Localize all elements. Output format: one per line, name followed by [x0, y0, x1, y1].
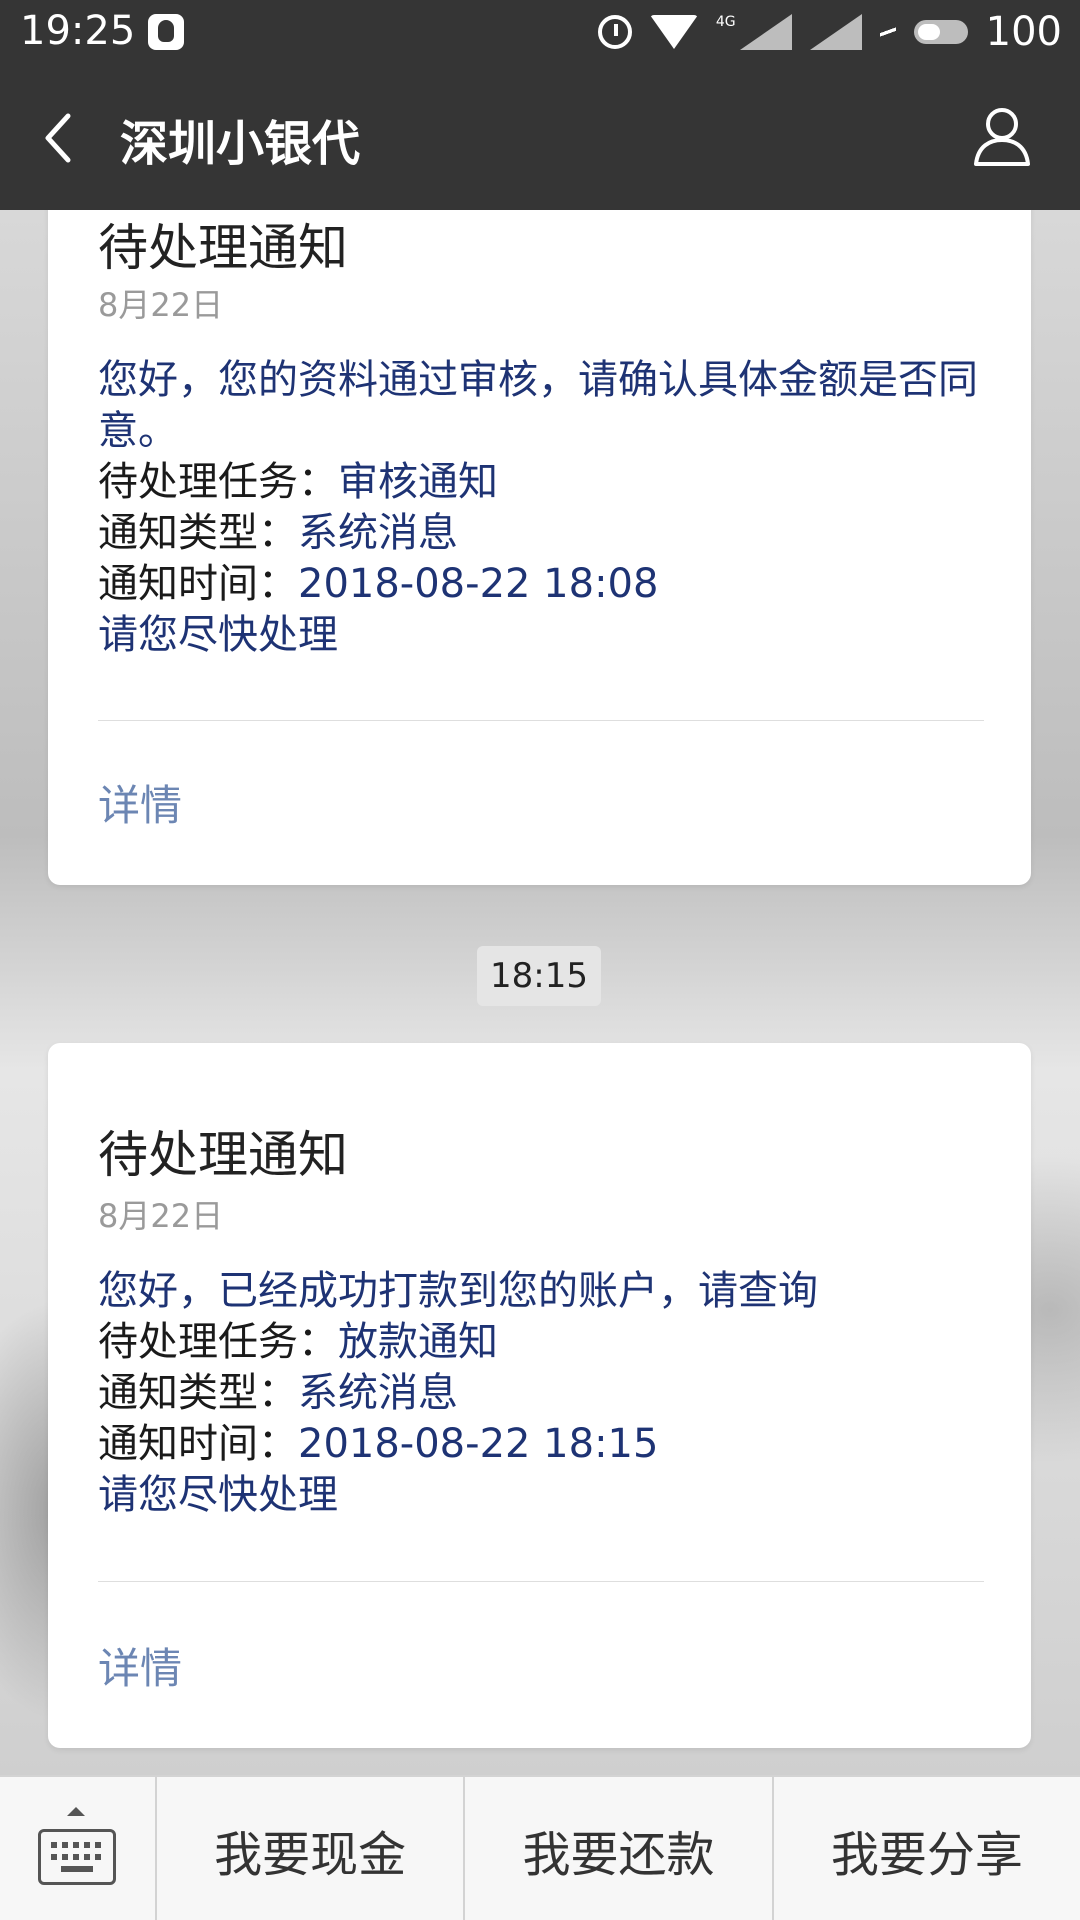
menu-repay-button[interactable]: 我要还款	[465, 1777, 774, 1920]
card-date: 8月22日	[98, 1197, 224, 1235]
card-intro: 您好，您的资料通过审核，请确认具体金额是否同意。	[98, 357, 978, 454]
alarm-icon	[597, 15, 632, 49]
card-closing: 请您尽快处理	[98, 612, 338, 658]
timestamp-divider: 18:15	[477, 946, 601, 1006]
notification-card[interactable]: 待处理通知 8月22日 您好，已经成功打款到您的账户，请查询 待处理任务：放款通…	[48, 1043, 1031, 1748]
bottom-menu: 我要现金 我要还款 我要分享	[0, 1775, 1080, 1920]
card-task-row: 待处理任务：审核通知	[98, 457, 998, 508]
divider	[98, 720, 984, 721]
type-value: 系统消息	[298, 510, 458, 556]
menu-cash-button[interactable]: 我要现金	[157, 1777, 466, 1920]
task-value: 审核通知	[338, 459, 498, 505]
card-date: 8月22日	[98, 286, 224, 324]
network-type-label: 4G	[715, 14, 736, 30]
card-body: 您好，已经成功打款到您的账户，请查询 待处理任务：放款通知 通知类型：系统消息 …	[98, 1266, 998, 1521]
chevron-up-icon	[67, 1807, 85, 1816]
menu-share-button[interactable]: 我要分享	[774, 1777, 1080, 1920]
card-time-row: 通知时间：2018-08-22 18:15	[98, 1419, 998, 1470]
card-type-row: 通知类型：系统消息	[98, 508, 998, 559]
signal-icon	[809, 14, 862, 50]
card-time-row: 通知时间：2018-08-22 18:08	[98, 559, 998, 610]
type-label: 通知类型：	[98, 510, 298, 556]
battery-level: 100	[985, 9, 1062, 55]
keyboard-toggle-button[interactable]	[0, 1777, 157, 1920]
battery-icon	[913, 20, 968, 44]
time-value: 2018-08-22 18:08	[298, 561, 659, 607]
time-label: 通知时间：	[98, 561, 298, 607]
detail-link[interactable]: 详情	[98, 1635, 182, 1696]
chevron-left-icon[interactable]	[34, 108, 94, 168]
card-title: 待处理通知	[98, 1126, 348, 1184]
card-title: 待处理通知	[98, 219, 348, 277]
task-value: 放款通知	[338, 1319, 498, 1365]
card-closing: 请您尽快处理	[98, 1472, 338, 1518]
qq-icon	[148, 14, 184, 50]
card-intro: 您好，已经成功打款到您的账户，请查询	[98, 1268, 818, 1314]
type-value: 系统消息	[298, 1370, 458, 1416]
detail-link[interactable]: 详情	[98, 772, 182, 833]
task-label: 待处理任务：	[98, 1319, 338, 1365]
notification-card[interactable]: 待处理通知 8月22日 您好，您的资料通过审核，请确认具体金额是否同意。 待处理…	[48, 150, 1031, 885]
status-time: 19:25	[20, 8, 136, 54]
person-icon[interactable]	[970, 104, 1034, 168]
type-label: 通知类型：	[98, 1370, 298, 1416]
wifi-icon	[649, 15, 698, 49]
divider	[98, 1581, 984, 1582]
status-bar: 19:25 4G 100	[0, 0, 1080, 64]
task-label: 待处理任务：	[98, 459, 338, 505]
card-task-row: 待处理任务：放款通知	[98, 1317, 998, 1368]
nav-bar: 深圳小银代	[0, 64, 1080, 210]
signal-icon	[739, 14, 792, 50]
charging-icon	[879, 17, 896, 47]
time-value: 2018-08-22 18:15	[298, 1421, 659, 1467]
page-title: 深圳小银代	[120, 116, 361, 172]
card-body: 您好，您的资料通过审核，请确认具体金额是否同意。 待处理任务：审核通知 通知类型…	[98, 355, 998, 661]
status-icons: 4G 100	[597, 9, 1062, 55]
time-label: 通知时间：	[98, 1421, 298, 1467]
card-type-row: 通知类型：系统消息	[98, 1368, 998, 1419]
keyboard-icon	[38, 1829, 116, 1885]
